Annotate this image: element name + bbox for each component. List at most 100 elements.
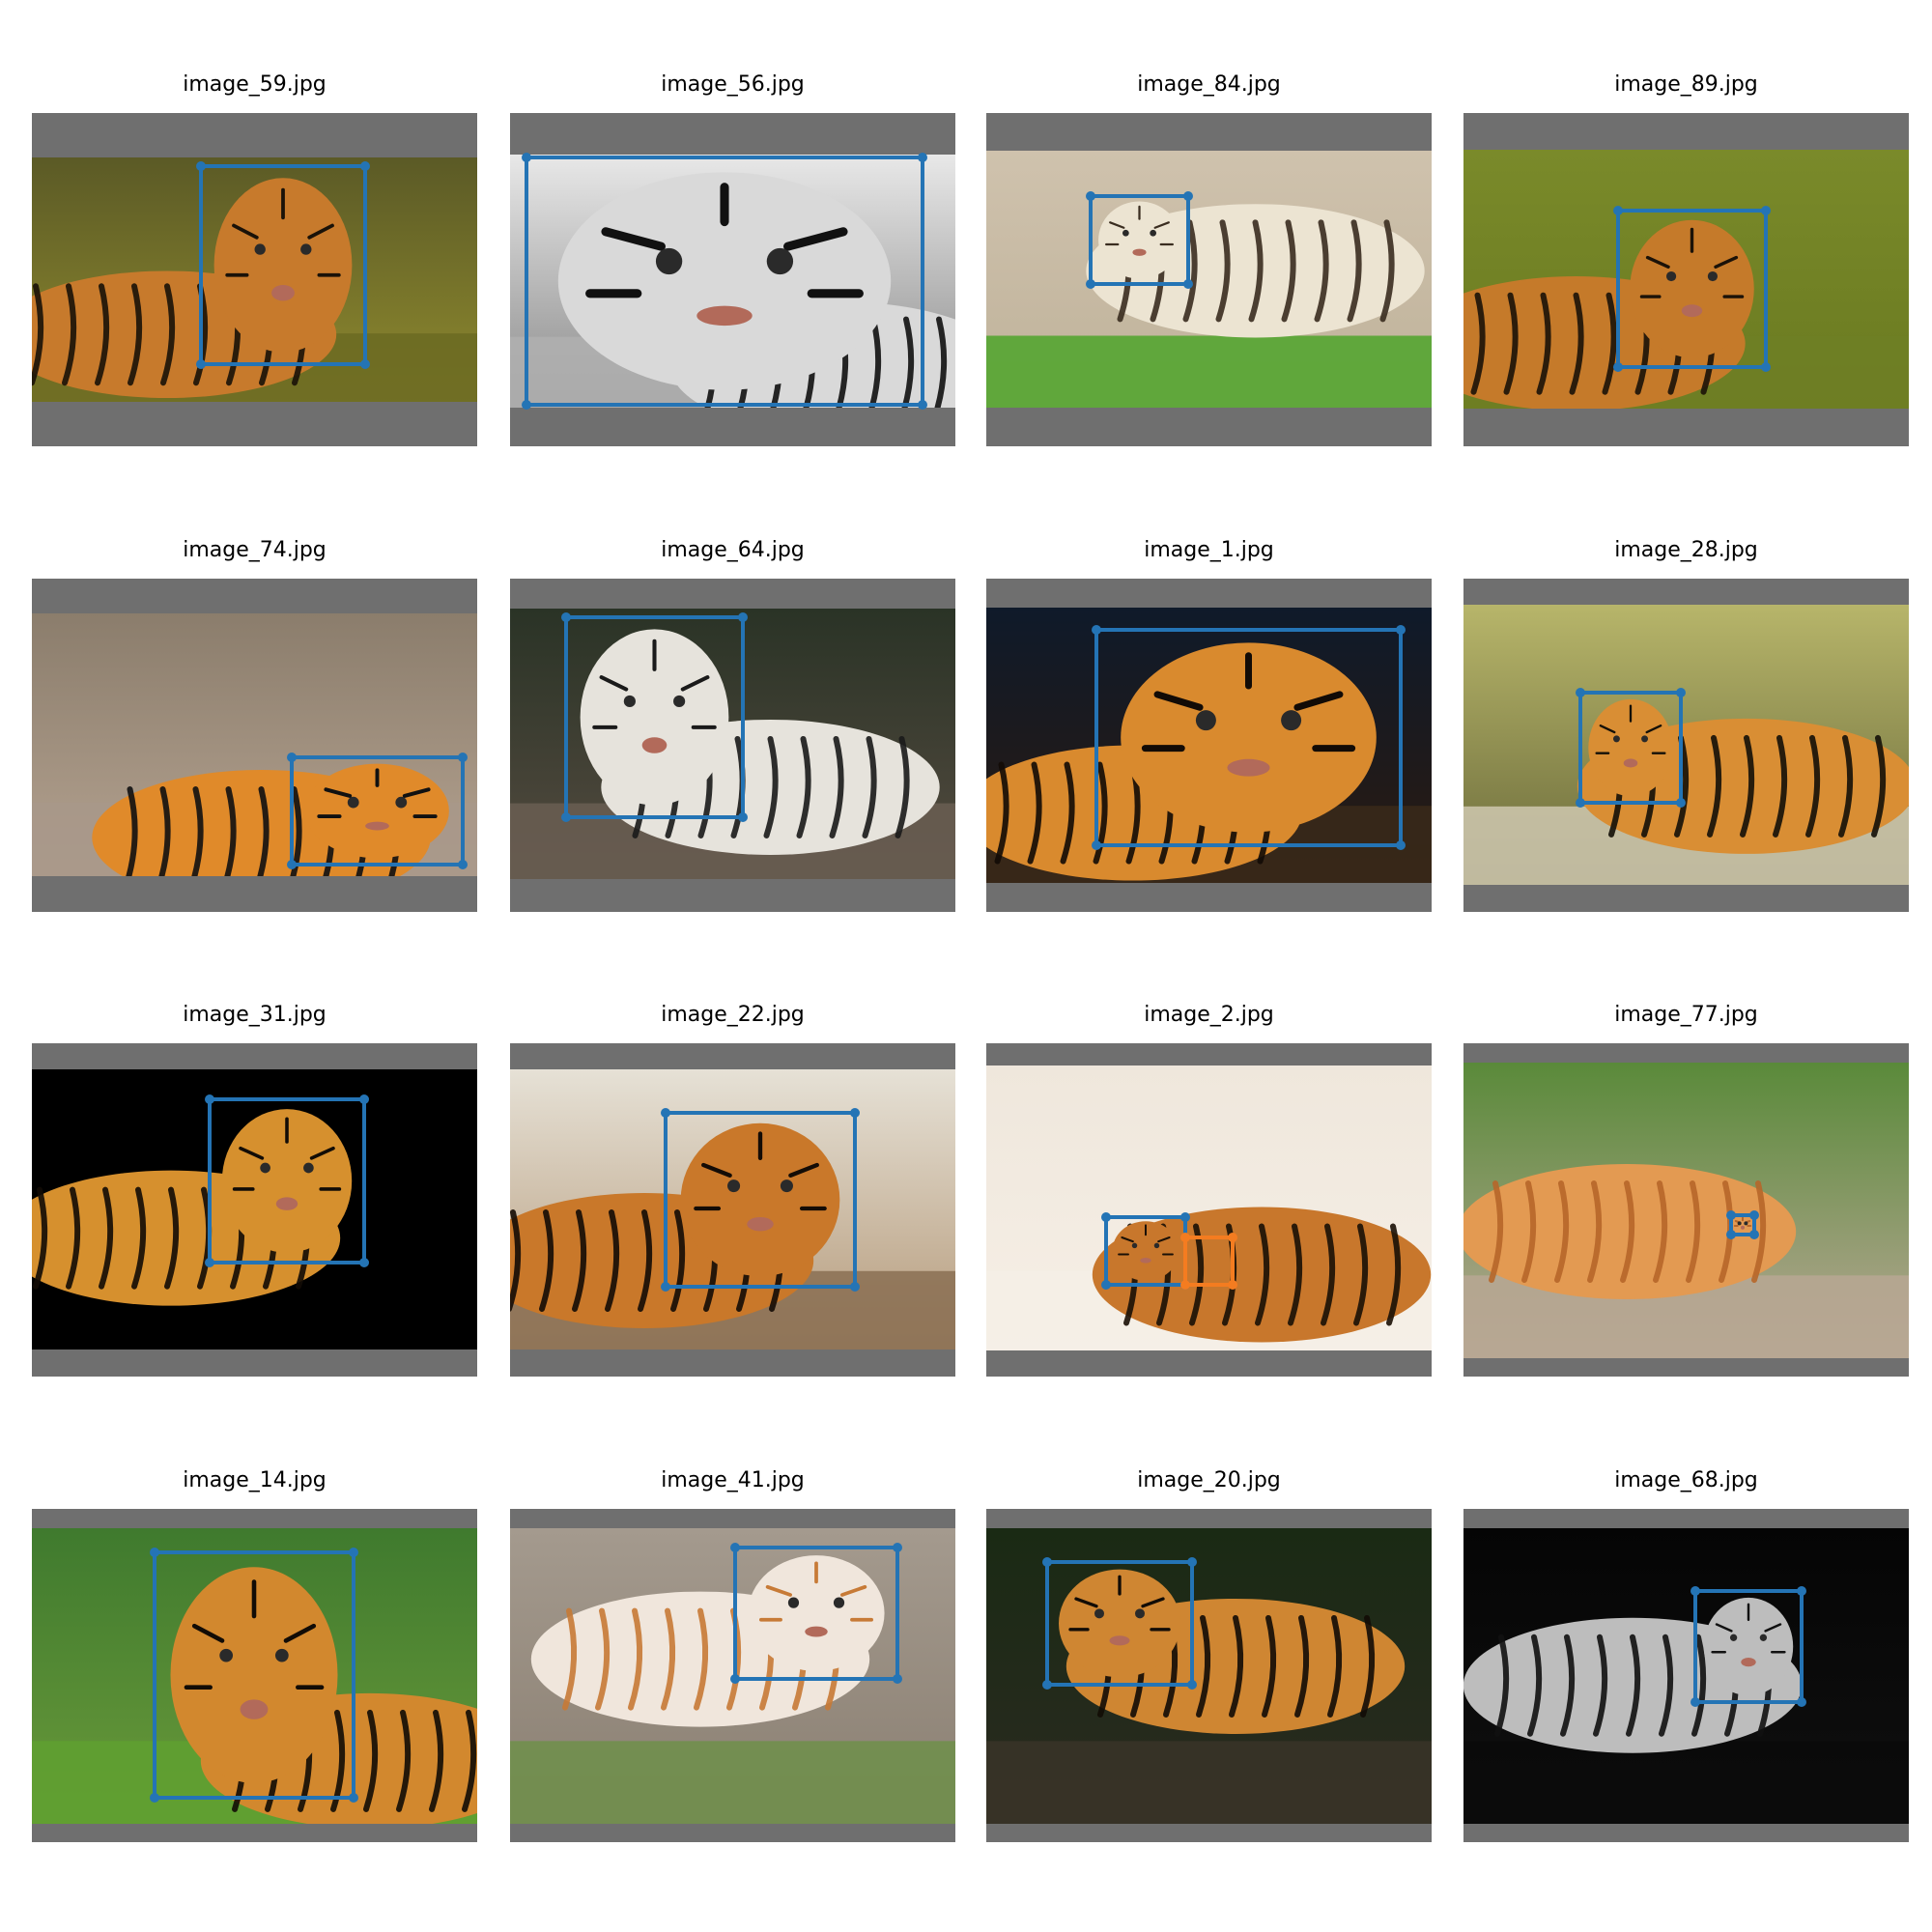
bounding-box	[1576, 688, 1686, 808]
bounding-box-corner	[850, 1108, 860, 1118]
detection-overlay	[205, 1094, 369, 1267]
bounding-box-outline	[1183, 1236, 1235, 1287]
bounding-box	[196, 161, 370, 369]
panel-title: image_64.jpg	[661, 538, 805, 562]
image-panel: image_74.jpg	[32, 531, 477, 912]
image-panel: image_28.jpg	[1463, 531, 1909, 912]
image-canvas	[32, 113, 477, 446]
bounding-box-corner	[205, 1258, 214, 1267]
bounding-box-corner	[1180, 1212, 1190, 1222]
bounding-box	[661, 1108, 860, 1292]
bounding-box-corner	[1183, 279, 1193, 289]
panel-title: image_31.jpg	[183, 1003, 327, 1027]
image-canvas	[32, 1043, 477, 1377]
image-canvas	[1463, 579, 1909, 912]
image-panel: image_68.jpg	[1463, 1462, 1909, 1842]
bounding-box-corner	[1086, 279, 1095, 289]
bounding-box	[730, 1543, 902, 1684]
bounding-box-corner	[1180, 1280, 1190, 1290]
bounding-box-corner	[918, 153, 927, 162]
bounding-box-corner	[918, 400, 927, 410]
bounding-box-outline	[1104, 1215, 1187, 1287]
detection-overlay	[661, 1108, 860, 1292]
detection-overlay	[1726, 1210, 1759, 1239]
bounding-box-corner	[1042, 1680, 1052, 1690]
bounding-box-corner	[360, 161, 370, 171]
image-grid: image_59.jpg image_56.jpg image_84.jpg imag…	[0, 0, 1932, 1932]
bounding-box-corner	[1396, 840, 1406, 850]
image-panel: image_84.jpg	[986, 66, 1432, 446]
bounding-box-corner	[1613, 206, 1623, 215]
image-panel: image_59.jpg	[32, 66, 477, 446]
bounding-box-corner	[1042, 1557, 1052, 1567]
bounding-box	[522, 153, 927, 410]
bounding-box	[1180, 1233, 1237, 1290]
bounding-box-corner	[893, 1674, 902, 1684]
bounding-box-corner	[1228, 1280, 1237, 1290]
bounding-box-corner	[1761, 362, 1771, 372]
bounding-box-outline	[208, 1097, 366, 1264]
bounding-box-corner	[1396, 625, 1406, 635]
bounding-box	[561, 612, 748, 822]
detection-overlay	[522, 153, 927, 410]
detection-overlay	[561, 612, 748, 822]
panel-title: image_22.jpg	[661, 1003, 805, 1027]
bounding-box-corner	[1187, 1557, 1197, 1567]
bounding-box-corner	[287, 860, 297, 869]
bounding-box-corner	[661, 1108, 670, 1118]
bounding-box-corner	[1690, 1586, 1700, 1596]
image-panel: image_77.jpg	[1463, 996, 1909, 1377]
bounding-box-corner	[349, 1793, 358, 1803]
panel-title: image_89.jpg	[1614, 72, 1758, 97]
image-canvas	[1463, 1509, 1909, 1842]
image-canvas	[32, 1509, 477, 1842]
detection-overlay	[1042, 1557, 1197, 1690]
bounding-box-corner	[1726, 1230, 1736, 1239]
detection-overlay	[196, 161, 370, 369]
bounding-box-outline	[733, 1546, 899, 1681]
panel-title: image_84.jpg	[1137, 72, 1281, 97]
bounding-box-outline	[1045, 1560, 1194, 1687]
bounding-box	[150, 1548, 358, 1803]
bounding-box-corner	[1183, 191, 1193, 201]
detection-overlay	[1576, 688, 1686, 808]
bounding-box-corner	[1797, 1697, 1806, 1707]
bounding-box-corner	[458, 860, 468, 869]
bounding-box	[1690, 1586, 1806, 1707]
image-canvas	[986, 1043, 1432, 1377]
panel-title: image_74.jpg	[183, 538, 327, 562]
image-panel: image_89.jpg	[1463, 66, 1909, 446]
bounding-box-outline	[1094, 628, 1403, 847]
bounding-box-corner	[1101, 1280, 1111, 1290]
bounding-box-corner	[1180, 1233, 1190, 1242]
panel-title: image_68.jpg	[1614, 1468, 1758, 1492]
bounding-box	[1092, 625, 1406, 850]
bounding-box-corner	[1101, 1212, 1111, 1222]
bounding-box-corner	[458, 753, 468, 762]
image-canvas	[1463, 113, 1909, 446]
image-panel: image_31.jpg	[32, 996, 477, 1377]
panel-title: image_20.jpg	[1137, 1468, 1281, 1492]
bounding-box-corner	[893, 1543, 902, 1552]
image-panel: image_20.jpg	[986, 1462, 1432, 1842]
panel-title: image_41.jpg	[661, 1468, 805, 1492]
bounding-box-outline	[1616, 209, 1768, 369]
panel-title: image_77.jpg	[1614, 1003, 1758, 1027]
bounding-box	[1613, 206, 1771, 372]
bounding-box-corner	[1613, 362, 1623, 372]
bounding-box-corner	[1086, 191, 1095, 201]
bounding-box-outline	[153, 1550, 355, 1800]
panel-title: image_1.jpg	[1144, 538, 1274, 562]
bounding-box-corner	[1228, 1233, 1237, 1242]
bounding-box-outline	[1578, 691, 1683, 805]
bounding-box-outline	[525, 156, 924, 407]
panel-title: image_2.jpg	[1144, 1003, 1274, 1027]
bounding-box-corner	[1761, 206, 1771, 215]
detection-overlay	[150, 1548, 358, 1803]
bounding-box-corner	[730, 1674, 740, 1684]
image-panel: image_1.jpg	[986, 531, 1432, 912]
bounding-box-corner	[1726, 1210, 1736, 1220]
detection-overlay	[1690, 1586, 1806, 1707]
bounding-box-corner	[730, 1543, 740, 1552]
bounding-box-corner	[196, 161, 206, 171]
